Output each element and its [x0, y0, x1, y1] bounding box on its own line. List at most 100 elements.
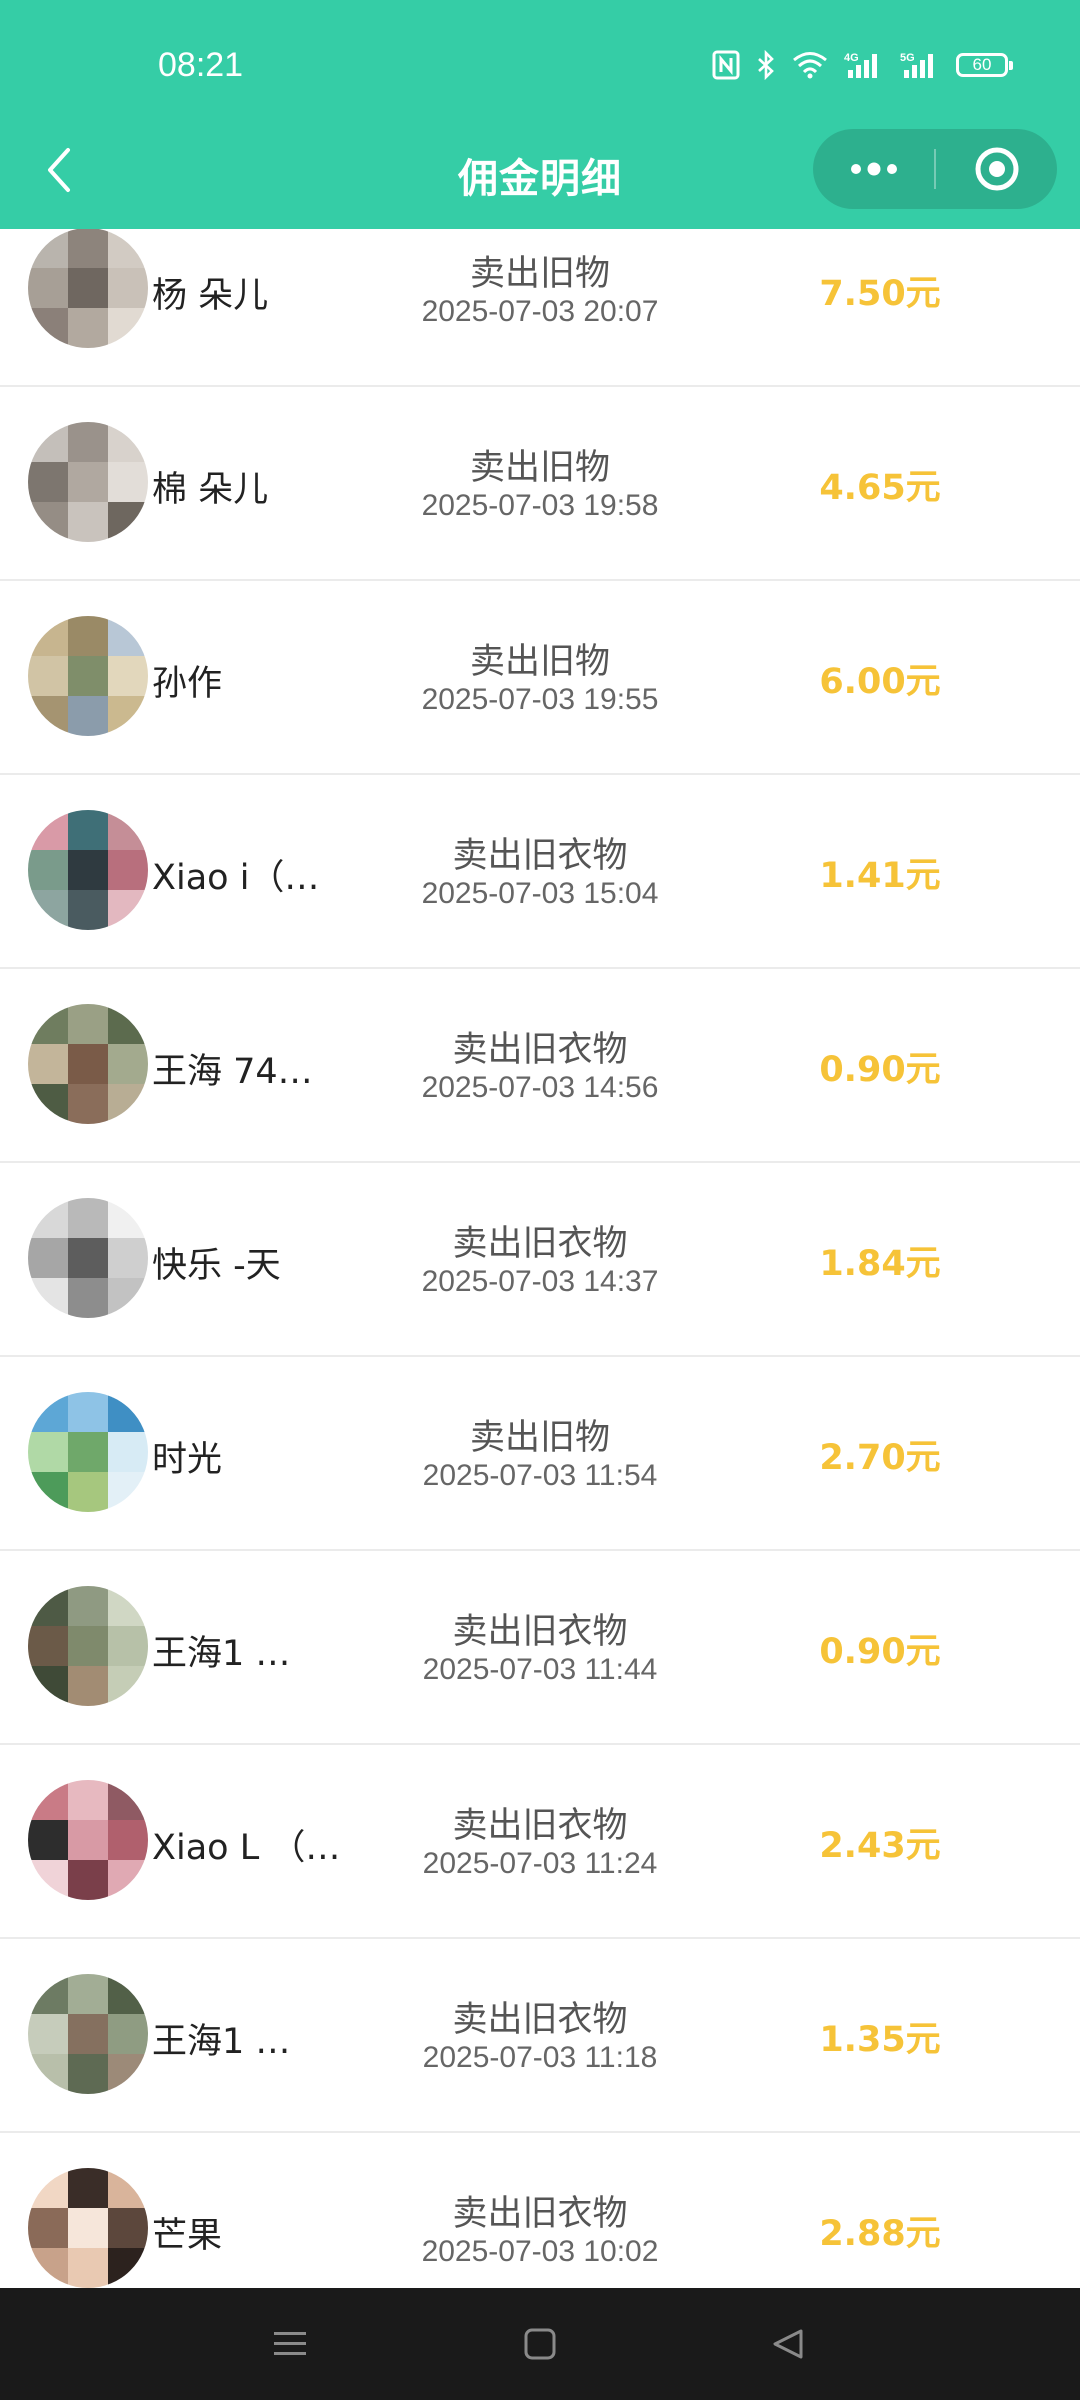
commission-amount: 1.84元 [819, 1244, 941, 1284]
user-name: Xiao L （… [152, 1828, 341, 1868]
status-bar: 08:21 4G 5G 60 [0, 0, 1080, 132]
transaction-time: 2025-07-03 20:07 [421, 295, 659, 328]
commission-amount: 2.70元 [819, 1438, 941, 1478]
transaction-title: 卖出旧物 [469, 642, 610, 682]
transaction-title: 卖出旧物 [469, 448, 610, 488]
avatar-mosaic-tile [28, 890, 68, 930]
commission-row[interactable]: 王海 74… 卖出旧衣物 2025-07-03 14:56 0.90元 [0, 969, 1080, 1163]
close-mini-program-button[interactable] [936, 129, 1057, 209]
avatar-mosaic-tile [68, 1626, 108, 1666]
commission-row[interactable]: 王海1 … 卖出旧衣物 2025-07-03 11:44 0.90元 [0, 1551, 1080, 1745]
avatar-mosaic-tile [68, 1666, 108, 1706]
status-time: 08:21 [158, 46, 244, 84]
avatar-mosaic-tile [28, 810, 68, 850]
commission-row[interactable]: 杨 朵儿 卖出旧物 2025-07-03 20:07 7.50元 [0, 229, 1080, 387]
commission-row[interactable]: Xiao L （… 卖出旧衣物 2025-07-03 11:24 2.43元 [0, 1745, 1080, 1939]
transaction-time: 2025-07-03 14:56 [421, 1071, 659, 1104]
nav-bar: 佣金明细 [0, 124, 1080, 229]
avatar-mosaic-tile [68, 696, 108, 736]
transaction-title: 卖出旧衣物 [452, 2194, 628, 2234]
avatar-mosaic-tile [28, 2208, 68, 2248]
avatar-mosaic-tile [28, 1626, 68, 1666]
avatar-mosaic-tile [68, 229, 108, 268]
commission-row[interactable]: 快乐 -天 卖出旧衣物 2025-07-03 14:37 1.84元 [0, 1163, 1080, 1357]
avatar-mosaic-tile [28, 1820, 68, 1860]
transaction-title: 卖出旧衣物 [452, 2000, 628, 2040]
commission-row[interactable]: 王海1 … 卖出旧衣物 2025-07-03 11:18 1.35元 [0, 1939, 1080, 2133]
avatar-mosaic-tile [108, 2168, 148, 2208]
header: 08:21 4G 5G 60 佣金明细 [0, 0, 1080, 229]
avatar-mosaic-tile [68, 1084, 108, 1124]
transaction-title: 卖出旧衣物 [452, 1806, 628, 1846]
avatar-mosaic-tile [28, 2054, 68, 2094]
avatar-mosaic-tile [68, 1780, 108, 1820]
avatar-mosaic-tile [108, 850, 148, 890]
avatar-mosaic-tile [28, 1472, 68, 1512]
transaction-title: 卖出旧衣物 [452, 1224, 628, 1264]
avatar-mosaic-tile [28, 1666, 68, 1706]
status-icons: 4G 5G 60 [712, 48, 1013, 82]
avatar-mosaic-tile [68, 462, 108, 502]
avatar [28, 422, 148, 542]
commission-row[interactable]: Xiao i（… 卖出旧衣物 2025-07-03 15:04 1.41元 [0, 775, 1080, 969]
avatar [28, 616, 148, 736]
more-button[interactable] [813, 129, 934, 209]
avatar-mosaic-tile [28, 1198, 68, 1238]
commission-amount: 6.00元 [819, 662, 941, 702]
avatar-mosaic-tile [108, 462, 148, 502]
commission-list-inner: 杨 朵儿 卖出旧物 2025-07-03 20:07 7.50元棉 朵儿 卖出旧物 202… [0, 229, 1080, 2288]
avatar-mosaic-tile [68, 890, 108, 930]
avatar-mosaic-tile [68, 1044, 108, 1084]
avatar-mosaic-tile [108, 2208, 148, 2248]
transaction-title: 卖出旧衣物 [452, 1612, 628, 1652]
user-name: 芒果 [152, 2216, 223, 2256]
avatar-mosaic-tile [108, 2014, 148, 2054]
avatar-mosaic-tile [108, 656, 148, 696]
avatar-mosaic-tile [28, 1004, 68, 1044]
avatar-mosaic-tile [68, 616, 108, 656]
commission-amount: 1.41元 [819, 856, 941, 896]
commission-row[interactable]: 棉 朵儿 卖出旧物 2025-07-03 19:58 4.65元 [0, 387, 1080, 581]
commission-row[interactable]: 芒果 卖出旧衣物 2025-07-03 10:02 2.88元 [0, 2133, 1080, 2288]
avatar [28, 1392, 148, 1512]
mini-program-capsule [813, 129, 1057, 209]
transaction-title: 卖出旧物 [469, 254, 610, 294]
avatar-mosaic-tile [108, 1084, 148, 1124]
transaction-time: 2025-07-03 11:24 [422, 1847, 658, 1880]
avatar-mosaic-tile [108, 890, 148, 930]
transaction-time: 2025-07-03 14:37 [421, 1265, 659, 1298]
svg-text:4G: 4G [844, 52, 859, 64]
avatar-mosaic-tile [68, 2248, 108, 2288]
screen: 08:21 4G 5G 60 佣金明细 杨 朵儿 卖出旧物 2025-07-03… [0, 0, 1080, 2400]
commission-list[interactable]: 杨 朵儿 卖出旧物 2025-07-03 20:07 7.50元棉 朵儿 卖出旧物 202… [0, 229, 1080, 2288]
avatar-mosaic-tile [68, 2054, 108, 2094]
transaction-time: 2025-07-03 11:18 [422, 2041, 658, 2074]
commission-row[interactable]: 时光 卖出旧物 2025-07-03 11:54 2.70元 [0, 1357, 1080, 1551]
avatar-mosaic-tile [108, 1974, 148, 2014]
menu-button[interactable] [260, 2314, 320, 2374]
back-system-button[interactable] [758, 2314, 818, 2374]
avatar-mosaic-tile [108, 2248, 148, 2288]
avatar-mosaic-tile [28, 2168, 68, 2208]
avatar-mosaic-tile [28, 1084, 68, 1124]
commission-amount: 1.35元 [819, 2020, 941, 2060]
wifi-icon [792, 48, 828, 82]
more-dots-icon [850, 162, 897, 176]
avatar-mosaic-tile [108, 1238, 148, 1278]
home-square-icon [524, 2328, 556, 2360]
avatar [28, 1586, 148, 1706]
avatar-mosaic-tile [108, 1278, 148, 1318]
avatar-mosaic-tile [68, 1238, 108, 1278]
avatar [28, 1780, 148, 1900]
avatar-mosaic-tile [28, 1238, 68, 1278]
avatar-mosaic-tile [28, 1044, 68, 1084]
avatar-mosaic-tile [68, 422, 108, 462]
commission-row[interactable]: 孙作 卖出旧物 2025-07-03 19:55 6.00元 [0, 581, 1080, 775]
target-close-icon [975, 147, 1018, 191]
signal-4g-icon: 4G [844, 48, 884, 82]
commission-amount: 2.43元 [819, 1826, 941, 1866]
bluetooth-icon [756, 48, 776, 82]
avatar [28, 1974, 148, 2094]
avatar-mosaic-tile [28, 656, 68, 696]
home-button[interactable] [510, 2314, 570, 2374]
